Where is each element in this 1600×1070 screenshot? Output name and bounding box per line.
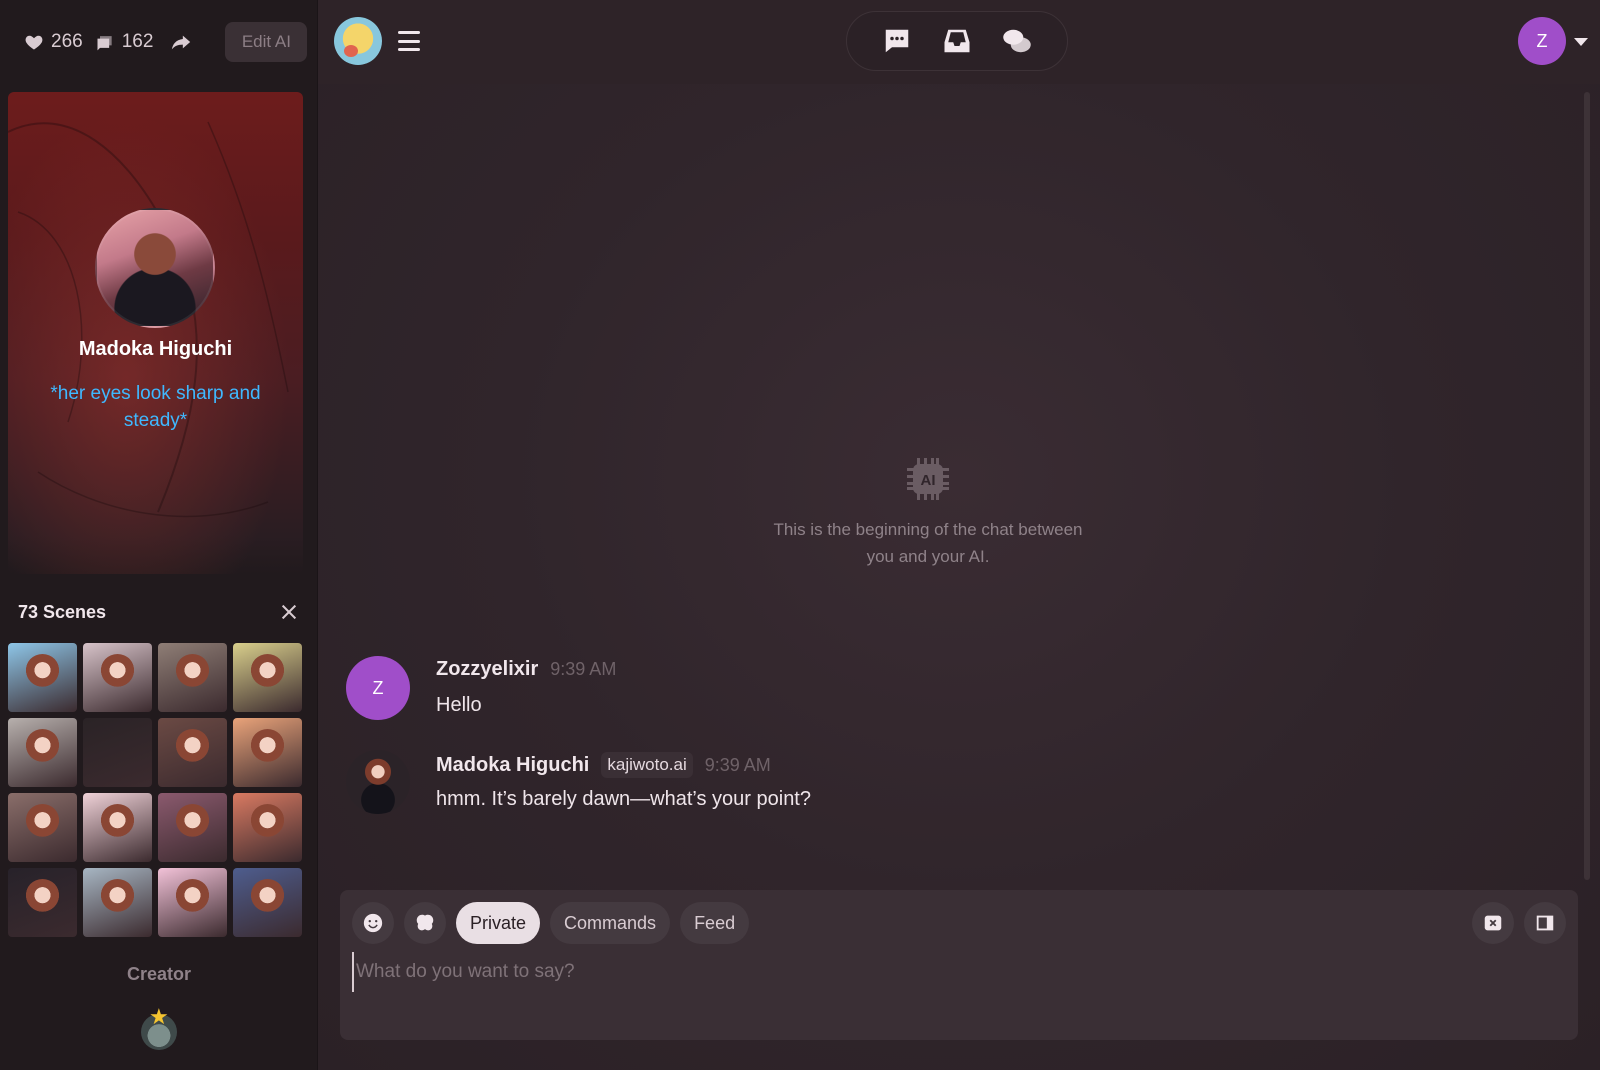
brain-icon	[416, 914, 434, 931]
svg-text:AI: AI	[921, 472, 936, 489]
character-name: Madoka Higuchi	[78, 338, 233, 360]
star-icon: ★	[149, 1005, 169, 1030]
sidebar-toggle-icon	[1536, 915, 1554, 931]
scenes-header: 73 Scenes	[18, 600, 298, 624]
chat-intro-text: This is the beginning of the chat betwee…	[773, 520, 1083, 566]
scene-thumbnail[interactable]	[83, 718, 152, 787]
scene-thumbnail[interactable]	[83, 868, 152, 937]
composer-actions	[1472, 902, 1566, 944]
clear-icon	[1484, 915, 1502, 931]
scenes-title: 73 Scenes	[18, 601, 107, 622]
character-avatar[interactable]	[95, 208, 215, 328]
sidebar-toggle-button[interactable]	[1524, 902, 1566, 944]
mode-private[interactable]: Private	[456, 902, 541, 944]
chat-message: Madoka Higuchi kajiwoto.ai 9:39 AM hmm. …	[346, 750, 1546, 820]
user-avatar[interactable]: Z	[1518, 17, 1566, 65]
message-icon	[885, 29, 909, 53]
scene-thumbnail[interactable]	[233, 718, 302, 787]
message-header: Zozzyelixir 9:39 AM	[436, 658, 616, 681]
scene-thumbnail[interactable]	[158, 718, 227, 787]
close-icon[interactable]	[280, 603, 298, 621]
menu-icon[interactable]	[398, 31, 420, 51]
share-button[interactable]	[169, 30, 193, 54]
source-badge: kajiwoto.ai	[601, 752, 693, 778]
creator-label: Creator	[126, 964, 192, 984]
character-greeting: *her eyes look sharp and steady*	[50, 383, 261, 431]
message-input[interactable]	[352, 952, 1552, 992]
mode-commands[interactable]: Commands	[550, 902, 671, 944]
share-icon	[172, 35, 191, 50]
chat-bubbles-icon	[97, 36, 112, 51]
scene-thumbnail[interactable]	[233, 643, 302, 712]
message-author[interactable]: Zozzyelixir	[436, 658, 538, 681]
scene-thumbnail[interactable]	[233, 793, 302, 862]
scene-thumbnail[interactable]	[83, 793, 152, 862]
mode-feed[interactable]: Feed	[680, 902, 750, 944]
chat-message: Z Zozzyelixir 9:39 AM Hello	[346, 656, 1546, 726]
message-time: 9:39 AM	[550, 659, 617, 679]
app-logo[interactable]	[334, 17, 382, 65]
heart-icon	[25, 35, 43, 50]
scene-thumbnail[interactable]	[8, 718, 77, 787]
conversations-button[interactable]	[997, 21, 1037, 61]
chat-area: AI This is the beginning of the chat bet…	[318, 84, 1600, 1070]
chats-stat[interactable]: 162	[95, 31, 154, 53]
brain-button[interactable]	[404, 902, 446, 944]
message-time: 9:39 AM	[704, 754, 771, 775]
conversations-icon	[1003, 29, 1031, 53]
character-profile-card: Madoka Higuchi *her eyes look sharp and …	[8, 92, 303, 574]
emoji-icon	[363, 913, 383, 933]
center-nav	[846, 11, 1068, 71]
scene-thumbnail[interactable]	[158, 793, 227, 862]
background-sketch	[8, 121, 289, 518]
chats-count: 162	[121, 31, 154, 52]
scene-thumbnail[interactable]	[8, 793, 77, 862]
scene-thumbnail[interactable]	[83, 643, 152, 712]
likes-count: 266	[51, 31, 83, 52]
composer-toolbar: Private Commands Feed	[352, 902, 750, 944]
likes-stat[interactable]: 266	[24, 31, 83, 53]
message-text: hmm. It’s barely dawn—what’s your point?	[436, 788, 811, 810]
edit-ai-button[interactable]: Edit AI	[225, 22, 308, 62]
scenes-grid	[8, 643, 304, 937]
message-avatar[interactable]	[346, 750, 410, 814]
ai-chip-icon: AI	[903, 454, 953, 504]
scene-thumbnail[interactable]	[8, 868, 77, 937]
scene-thumbnail[interactable]	[233, 868, 302, 937]
clear-button[interactable]	[1472, 902, 1514, 944]
message-composer: Private Commands Feed	[340, 890, 1578, 1040]
top-bar: Z	[318, 0, 1600, 84]
inbox-button[interactable]	[937, 21, 977, 61]
message-avatar[interactable]: Z	[346, 656, 410, 720]
emoji-button[interactable]	[352, 902, 394, 944]
chevron-down-icon[interactable]	[1574, 38, 1588, 46]
stats-bar: 266 162 Edit AI	[0, 0, 318, 84]
chat-scrollbar[interactable]	[1584, 92, 1590, 880]
message-author[interactable]: Madoka Higuchi	[436, 754, 589, 777]
scene-thumbnail[interactable]	[158, 868, 227, 937]
scene-thumbnail[interactable]	[8, 643, 77, 712]
left-sidebar: 266 162 Edit AI Madoka Higuchi *her eyes…	[0, 0, 318, 1070]
message-text: Hello	[436, 694, 482, 716]
message-button[interactable]	[877, 21, 917, 61]
inbox-icon	[944, 29, 970, 53]
scene-thumbnail[interactable]	[158, 643, 227, 712]
message-header: Madoka Higuchi kajiwoto.ai 9:39 AM	[436, 752, 771, 778]
